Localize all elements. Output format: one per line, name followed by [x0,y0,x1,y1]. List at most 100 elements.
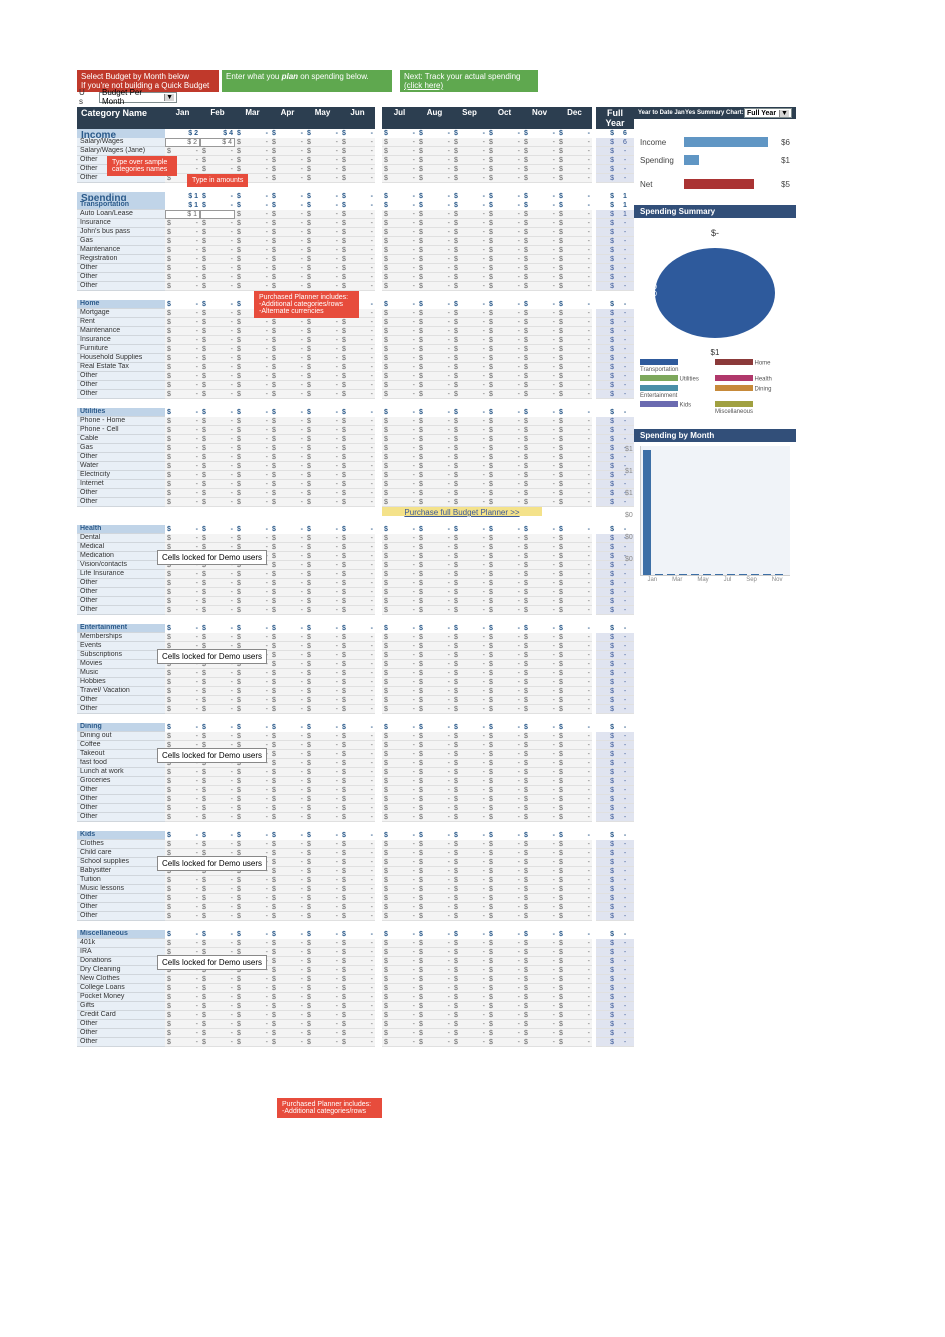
row-label[interactable]: Subscriptions [77,651,165,660]
cell[interactable]: $- [270,210,305,219]
row-label[interactable]: Other [77,912,165,921]
cell[interactable]: $- [557,138,592,147]
cell[interactable]: $- [452,138,487,147]
row-label[interactable]: Other [77,597,165,606]
cell[interactable]: $ 1 [165,210,200,219]
row-label[interactable]: Music lessons [77,885,165,894]
cell[interactable]: $- [417,138,452,147]
row-label[interactable]: Hobbies [77,678,165,687]
cell[interactable]: $- [305,138,340,147]
row-label[interactable]: Mortgage [77,309,165,318]
row-label[interactable]: Other [77,390,165,399]
row-label[interactable]: Tuition [77,876,165,885]
row-label[interactable]: Child care [77,849,165,858]
cell[interactable]: $- [522,210,557,219]
row-label[interactable]: Other [77,453,165,462]
row-label[interactable]: Household Supplies [77,354,165,363]
row-label[interactable]: Salary/Wages (Jane) [77,147,165,156]
row-label[interactable]: Other [77,903,165,912]
row-label[interactable]: Other [77,696,165,705]
row-label[interactable]: Other [77,489,165,498]
cell[interactable]: $- [340,210,375,219]
cell[interactable]: $- [557,210,592,219]
row-label[interactable]: Water [77,462,165,471]
row-label[interactable]: Credit Card [77,1011,165,1020]
row-label[interactable]: Electricity [77,471,165,480]
row-label[interactable]: Other [77,1020,165,1029]
banner-next-track[interactable]: Next: Track your actual spending (click … [400,70,538,92]
row-label[interactable]: Other [77,1029,165,1038]
row-label[interactable]: School supplies [77,858,165,867]
row-label[interactable]: Internet [77,480,165,489]
row-label[interactable]: Memberships [77,633,165,642]
row-label[interactable]: College Loans [77,984,165,993]
row-label[interactable]: fast food [77,759,165,768]
budget-period-dropdown[interactable]: Budget Per Month ▼ [99,92,177,103]
row-label[interactable]: Movies [77,660,165,669]
row-label[interactable]: Gifts [77,1002,165,1011]
row-label[interactable]: Groceries [77,777,165,786]
row-label[interactable]: Life Insurance [77,570,165,579]
cell[interactable]: $- [417,210,452,219]
cell[interactable]: $ 4 [200,138,235,147]
row-label[interactable]: Lunch at work [77,768,165,777]
cell[interactable]: $- [305,210,340,219]
row-label[interactable]: New Clothes [77,975,165,984]
row-label[interactable]: Other [77,282,165,291]
cell[interactable]: $- [235,210,270,219]
row-label[interactable]: Gas [77,444,165,453]
cell[interactable]: $- [382,138,417,147]
row-label[interactable]: Other [77,804,165,813]
row-label[interactable]: Clothes [77,840,165,849]
row-label[interactable]: Phone - Home [77,417,165,426]
row-label[interactable]: Auto Loan/Lease [77,210,165,219]
cell[interactable]: $- [382,210,417,219]
row-label[interactable]: Events [77,642,165,651]
row-label[interactable]: Insurance [77,336,165,345]
cell[interactable] [200,210,235,219]
row-label[interactable]: Donations [77,957,165,966]
row-label[interactable]: Rent [77,318,165,327]
row-label[interactable]: Babysitter [77,867,165,876]
row-label[interactable]: Other [77,1038,165,1047]
row-label[interactable]: Travel/ Vacation [77,687,165,696]
row-label[interactable]: Registration [77,255,165,264]
row-label[interactable]: Dry Cleaning [77,966,165,975]
chart-period-dropdown[interactable]: Full Year ▼ [744,108,792,118]
row-label[interactable]: Other [77,786,165,795]
row-label[interactable]: Other [77,894,165,903]
row-label[interactable]: Maintenance [77,246,165,255]
row-label[interactable]: John's bus pass [77,228,165,237]
row-label[interactable]: Dental [77,534,165,543]
row-label[interactable]: Other [77,498,165,507]
cell[interactable]: $ 2 [165,138,200,147]
cell[interactable]: $- [340,138,375,147]
row-label[interactable]: Other [77,381,165,390]
row-label[interactable]: Coffee [77,741,165,750]
row-label[interactable]: Real Estate Tax [77,363,165,372]
row-label[interactable]: Other [77,264,165,273]
purchase-planner-link[interactable]: Purchase full Budget Planner >> [382,507,542,516]
row-label[interactable]: Medical [77,543,165,552]
cell[interactable]: $- [487,210,522,219]
row-label[interactable]: Maintenance [77,327,165,336]
row-label[interactable]: Other [77,813,165,822]
row-label[interactable]: Pocket Money [77,993,165,1002]
cell[interactable]: $- [487,138,522,147]
row-label[interactable]: Takeout [77,750,165,759]
row-label[interactable]: Other [77,372,165,381]
row-label[interactable]: Insurance [77,219,165,228]
row-label[interactable]: 401k [77,939,165,948]
row-label[interactable]: Vision/contacts [77,561,165,570]
row-label[interactable]: Cable [77,435,165,444]
row-label[interactable]: Other [77,579,165,588]
row-label[interactable]: Other [77,273,165,282]
cell[interactable]: $- [270,138,305,147]
row-label[interactable]: Furniture [77,345,165,354]
row-label[interactable]: Gas [77,237,165,246]
cell[interactable]: $- [235,138,270,147]
row-label[interactable]: Music [77,669,165,678]
row-label[interactable]: Other [77,588,165,597]
cell[interactable]: $- [522,138,557,147]
row-label[interactable]: Other [77,705,165,714]
